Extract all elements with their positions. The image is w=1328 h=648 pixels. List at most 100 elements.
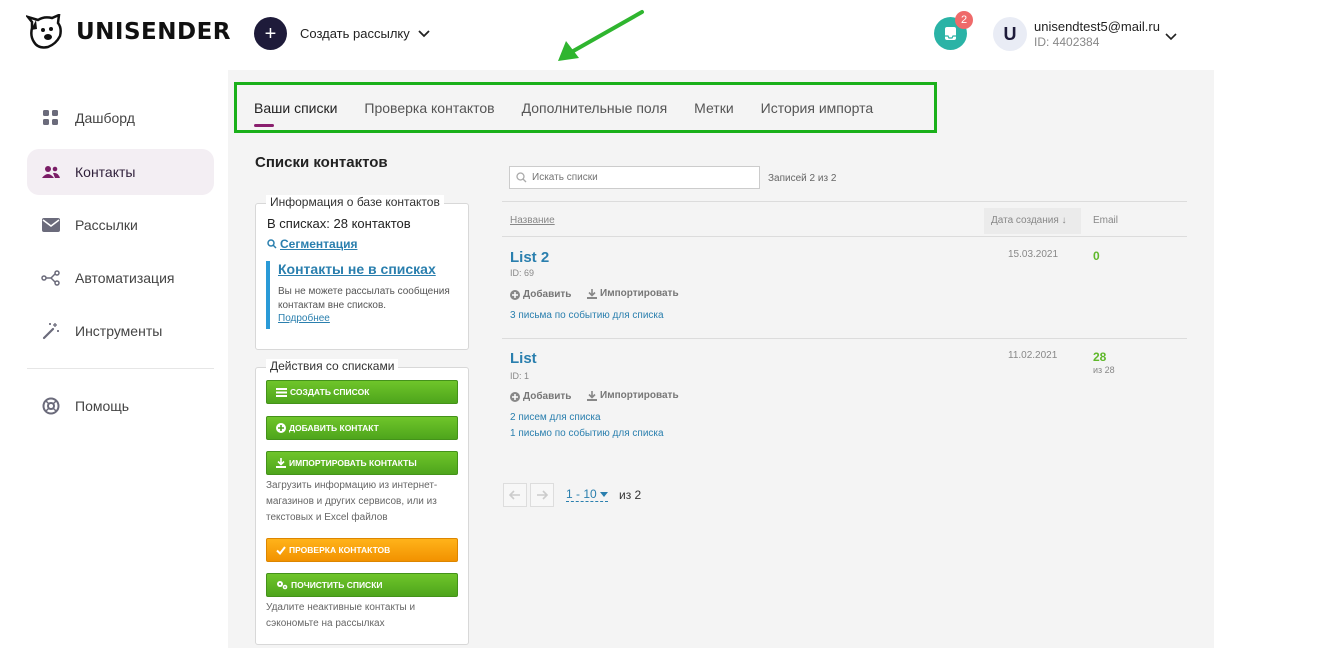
contacts-icon [41,162,61,182]
list-campaigns-link[interactable]: 2 писем для списка [510,412,601,423]
help-icon [41,396,61,416]
user-avatar[interactable]: U [993,17,1027,51]
user-menu-chevron-icon[interactable] [1165,28,1177,46]
automation-icon [41,268,61,288]
clean-lists-button[interactable]: Почистить списки [266,573,458,597]
add-label: Добавить [523,391,572,402]
column-header-email: Email [1093,215,1119,226]
check-contacts-label: Проверка контактов [289,545,391,555]
list-created-date: 11.02.2021 [1008,350,1058,361]
user-email[interactable]: unisendtest5@mail.ru [1034,19,1160,34]
search-icon [516,172,527,183]
sidebar-item-automation[interactable]: Автоматизация [27,255,214,301]
list-email-count: 0 [1093,249,1100,263]
import-contacts-button[interactable]: Импортировать контакты [266,451,458,475]
tab-contact-check[interactable]: Проверка контактов [364,100,494,116]
clean-lists-label: Почистить списки [291,580,383,590]
table-divider [502,338,1187,339]
not-in-lists-text: Вы не можете рассылать сообщения контакт… [278,286,450,311]
green-arrow-annotation [558,10,644,61]
caret-down-icon [599,491,608,497]
clean-note: Удалите неактивные контакты и сэкономьте… [266,602,416,629]
add-to-list-button[interactable]: Добавить [510,391,571,402]
contacts-info-card: Информация о базе контактов В списках: 2… [255,195,469,350]
checkmark-icon [276,545,286,555]
import-to-list-button[interactable]: Импортировать [587,390,679,401]
create-campaign-dropdown[interactable]: Создать рассылку [300,26,430,41]
page-title: Списки контактов [255,154,388,171]
tab-your-lists[interactable]: Ваши списки [254,100,337,127]
records-count: Записей 2 из 2 [768,173,837,184]
dashboard-icon [41,108,61,128]
import-label: Импортировать [600,390,679,401]
table-divider [502,236,1187,237]
brand-name: UNISENDER [76,19,232,45]
card-legend: Информация о базе контактов [266,195,444,209]
sidebar-item-contacts[interactable]: Контакты [27,149,214,195]
sidebar-item-tools[interactable]: Инструменты [27,308,214,354]
create-list-button[interactable]: Создать список [266,380,458,404]
magic-wand-icon [41,321,61,341]
download-icon [587,288,597,299]
next-page-button[interactable] [530,483,554,507]
notifications-count-badge: 2 [955,11,973,29]
download-icon [587,390,597,401]
list-name-link[interactable]: List 2 [510,249,549,266]
card-legend: Действия со списками [266,359,399,373]
sidebar-item-label: Контакты [75,164,136,180]
search-lists-field[interactable] [509,166,760,189]
add-contact-button[interactable]: Добавить контакт [266,416,458,440]
sidebar-item-help[interactable]: Помощь [27,383,214,429]
list-email-count: 28 [1093,350,1107,364]
sidebar-item-campaigns[interactable]: Рассылки [27,202,214,248]
tab-import-history[interactable]: История импорта [761,100,874,116]
segmentation-label: Сегментация [280,237,358,251]
dog-logo-icon [26,14,62,49]
more-link[interactable]: Подробнее [278,313,458,324]
list-name-link[interactable]: List [510,350,537,367]
list-id: ID: 69 [510,268,535,278]
sidebar-item-label: Рассылки [75,217,138,233]
add-label: Добавить [523,289,572,300]
contacts-count: В списках: 28 контактов [267,216,411,231]
download-icon [276,458,286,468]
import-note: Загрузить информацию из интернет-магазин… [266,480,438,523]
sidebar-item-label: Автоматизация [75,270,175,286]
prev-page-button[interactable] [503,483,527,507]
page-range-label: 1 - 10 [566,487,597,501]
add-to-list-button[interactable]: Добавить [510,289,571,300]
list-campaigns-link[interactable]: 1 письмо по событию для списка [510,428,664,439]
create-campaign-plus-button[interactable]: + [254,17,287,50]
list-created-date: 15.03.2021 [1008,249,1059,260]
page-total: из 2 [619,488,642,502]
list-campaigns-link[interactable]: 3 письма по событию для списка [510,310,664,321]
column-header-date[interactable]: Дата создания ↓ [991,215,1067,226]
import-label: Импортировать [600,288,679,299]
column-header-name[interactable]: Название [510,215,555,226]
sidebar-item-dashboard[interactable]: Дашборд [27,95,214,141]
arrow-right-icon [537,490,548,500]
not-in-lists-link[interactable]: Контакты не в списках [278,261,458,277]
search-icon [267,239,277,249]
segmentation-link[interactable]: Сегментация [267,237,357,251]
brand-logo[interactable]: UNISENDER [26,14,231,50]
tabs-bar-highlight: Ваши списки Проверка контактов Дополните… [234,82,937,133]
list-actions-card: Действия со списками Создать список Доба… [255,359,469,645]
import-contacts-label: Импортировать контакты [289,458,417,468]
plus-icon: + [264,22,277,45]
tab-tags[interactable]: Метки [694,100,734,116]
sidebar-item-label: Помощь [75,398,130,414]
import-to-list-button[interactable]: Импортировать [587,288,679,299]
search-lists-input[interactable] [532,172,732,183]
user-id: ID: 4402384 [1034,35,1100,49]
gears-icon [277,581,288,590]
page-range-dropdown[interactable]: 1 - 10 [566,487,608,502]
tab-extra-fields[interactable]: Дополнительные поля [522,100,668,116]
list-id: ID: 1 [510,371,530,381]
create-list-label: Создать список [290,387,370,397]
sidebar-divider [27,368,214,369]
check-contacts-button[interactable]: Проверка контактов [266,538,458,562]
plus-circle-icon [510,391,520,402]
plus-circle-icon [510,289,520,300]
plus-circle-icon [276,423,286,433]
